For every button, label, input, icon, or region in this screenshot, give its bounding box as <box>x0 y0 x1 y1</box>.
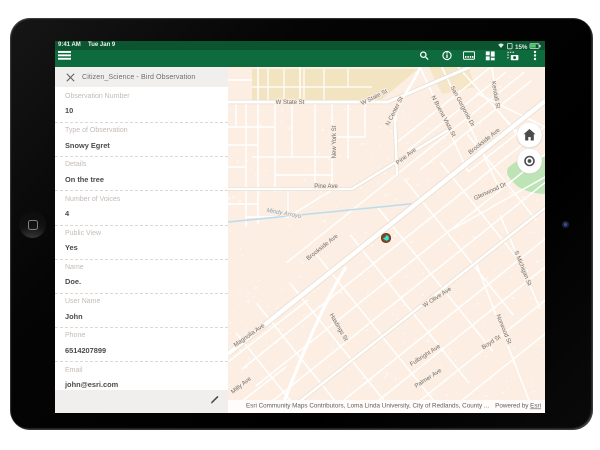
svg-text:Powered by Esri: Powered by Esri <box>495 403 541 410</box>
svg-text:Pine Ave: Pine Ave <box>314 184 338 190</box>
svg-text:W State St: W State St <box>276 100 305 106</box>
svg-text:Esri Community Maps Contributo: Esri Community Maps Contributors, Loma L… <box>246 403 489 410</box>
svg-text:New York St: New York St <box>332 125 338 158</box>
